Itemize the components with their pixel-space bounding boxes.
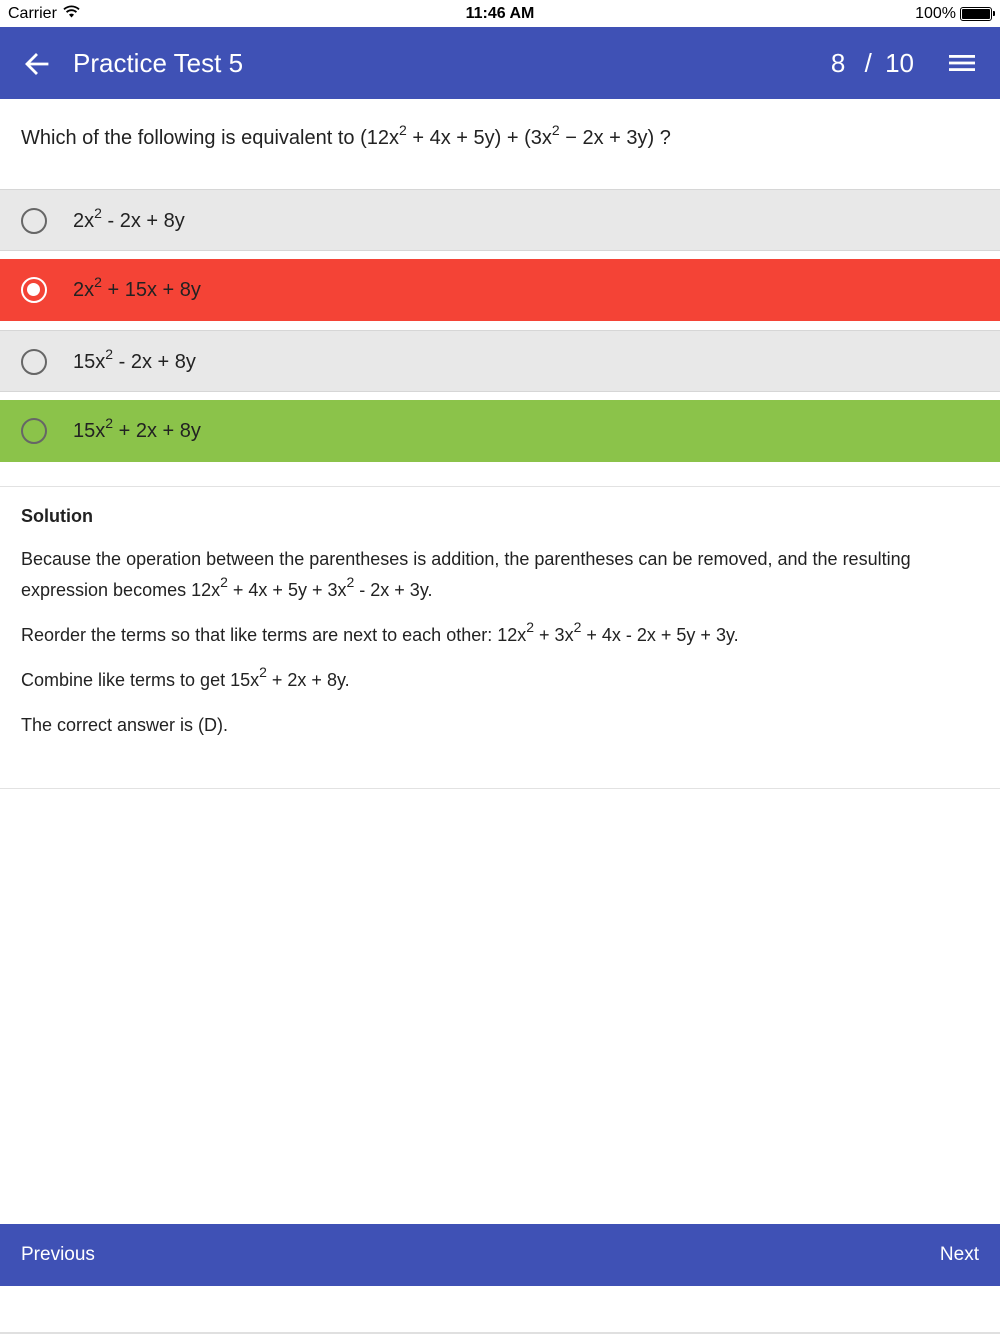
radio-button[interactable] bbox=[21, 349, 47, 375]
solution-paragraph: Combine like terms to get 15x2 + 2x + 8y… bbox=[21, 664, 981, 696]
exponent: 2 bbox=[526, 619, 535, 635]
menu-button[interactable] bbox=[946, 48, 978, 78]
solution-paragraph: Reorder the terms so that like terms are… bbox=[21, 619, 981, 651]
question-progress: 8 / 10 bbox=[831, 47, 914, 79]
bottom-navigation: Previous Next bbox=[0, 1224, 1000, 1286]
arrow-left-icon bbox=[25, 53, 49, 75]
option-label: 15x2 + 2x + 8y bbox=[73, 415, 201, 446]
option-text: + 15x + 8y bbox=[101, 279, 201, 301]
option-text: - 2x + 8y bbox=[113, 351, 196, 373]
solution-text: + 4x + 5y + 3x bbox=[227, 580, 347, 600]
exponent: 2 bbox=[551, 122, 560, 138]
exponent: 2 bbox=[259, 664, 267, 680]
answer-option-c[interactable]: 15x2 - 2x + 8y bbox=[0, 330, 1000, 392]
answer-option-d[interactable]: 15x2 + 2x + 8y bbox=[0, 400, 1000, 462]
solution-text: Reorder the terms so that like terms are… bbox=[21, 625, 527, 645]
exponent: 2 bbox=[398, 122, 407, 138]
battery-indicator: 100% bbox=[915, 5, 995, 23]
status-bar: Carrier 11:46 AM 100% bbox=[0, 0, 1000, 27]
previous-button[interactable]: Previous bbox=[21, 1242, 95, 1268]
solution-heading: Solution bbox=[21, 506, 93, 526]
answer-option-b[interactable]: 2x2 + 15x + 8y bbox=[0, 259, 1000, 321]
exponent: 2 bbox=[105, 415, 114, 431]
total-questions: 10 bbox=[885, 48, 914, 78]
option-text: 15x bbox=[73, 351, 106, 373]
solution-text: + 2x + 8y. bbox=[266, 670, 350, 690]
option-text: - 2x + 8y bbox=[101, 210, 185, 232]
radio-button[interactable] bbox=[21, 418, 47, 444]
battery-icon bbox=[960, 7, 995, 21]
exponent: 2 bbox=[220, 574, 228, 590]
divider bbox=[0, 788, 1000, 789]
solution-text: - 2x + 3y. bbox=[354, 580, 433, 600]
question-part: Which of the following is equivalent to … bbox=[21, 127, 399, 149]
option-text: 2x bbox=[73, 210, 95, 232]
back-button[interactable] bbox=[20, 47, 54, 81]
battery-percent: 100% bbox=[915, 5, 956, 22]
exponent: 2 bbox=[94, 274, 102, 290]
option-text: + 2x + 8y bbox=[113, 420, 201, 442]
radio-button[interactable] bbox=[21, 208, 47, 234]
progress-separator: / bbox=[864, 48, 872, 78]
solution-text: Because the operation between the parent… bbox=[21, 549, 911, 600]
solution-text: Combine like terms to get 15x bbox=[21, 670, 260, 690]
solution-paragraph: Because the operation between the parent… bbox=[21, 544, 981, 606]
option-label: 2x2 + 15x + 8y bbox=[73, 274, 201, 305]
radio-button-selected[interactable] bbox=[21, 277, 47, 303]
option-text: 15x bbox=[73, 420, 106, 442]
exponent: 2 bbox=[105, 346, 114, 362]
current-question-number: 8 bbox=[830, 48, 846, 78]
answer-option-a[interactable]: 2x2 - 2x + 8y bbox=[0, 189, 1000, 251]
question-part: − 2x + 3y) ? bbox=[559, 127, 671, 149]
next-button[interactable]: Next bbox=[940, 1242, 979, 1268]
clock: 11:46 AM bbox=[465, 5, 535, 22]
divider bbox=[0, 486, 1000, 487]
question-text: Which of the following is equivalent to … bbox=[21, 122, 981, 152]
option-text: 2x bbox=[73, 279, 95, 301]
hamburger-menu-icon bbox=[949, 55, 975, 71]
page-title: Practice Test 5 bbox=[73, 48, 244, 78]
question-part: + 4x + 5y) + (3x bbox=[406, 127, 552, 149]
app-bar: Practice Test 5 8 / 10 bbox=[0, 27, 1000, 99]
solution-text: + 3x bbox=[534, 625, 574, 645]
option-label: 15x2 - 2x + 8y bbox=[73, 346, 196, 377]
option-label: 2x2 - 2x + 8y bbox=[73, 205, 185, 236]
exponent: 2 bbox=[94, 205, 102, 221]
solution-answer: The correct answer is (D). bbox=[21, 715, 229, 735]
exponent: 2 bbox=[346, 574, 355, 590]
solution-text: + 4x - 2x + 5y + 3y. bbox=[581, 625, 739, 645]
solution-section: Solution Because the operation between t… bbox=[21, 502, 981, 755]
exponent: 2 bbox=[573, 619, 582, 635]
